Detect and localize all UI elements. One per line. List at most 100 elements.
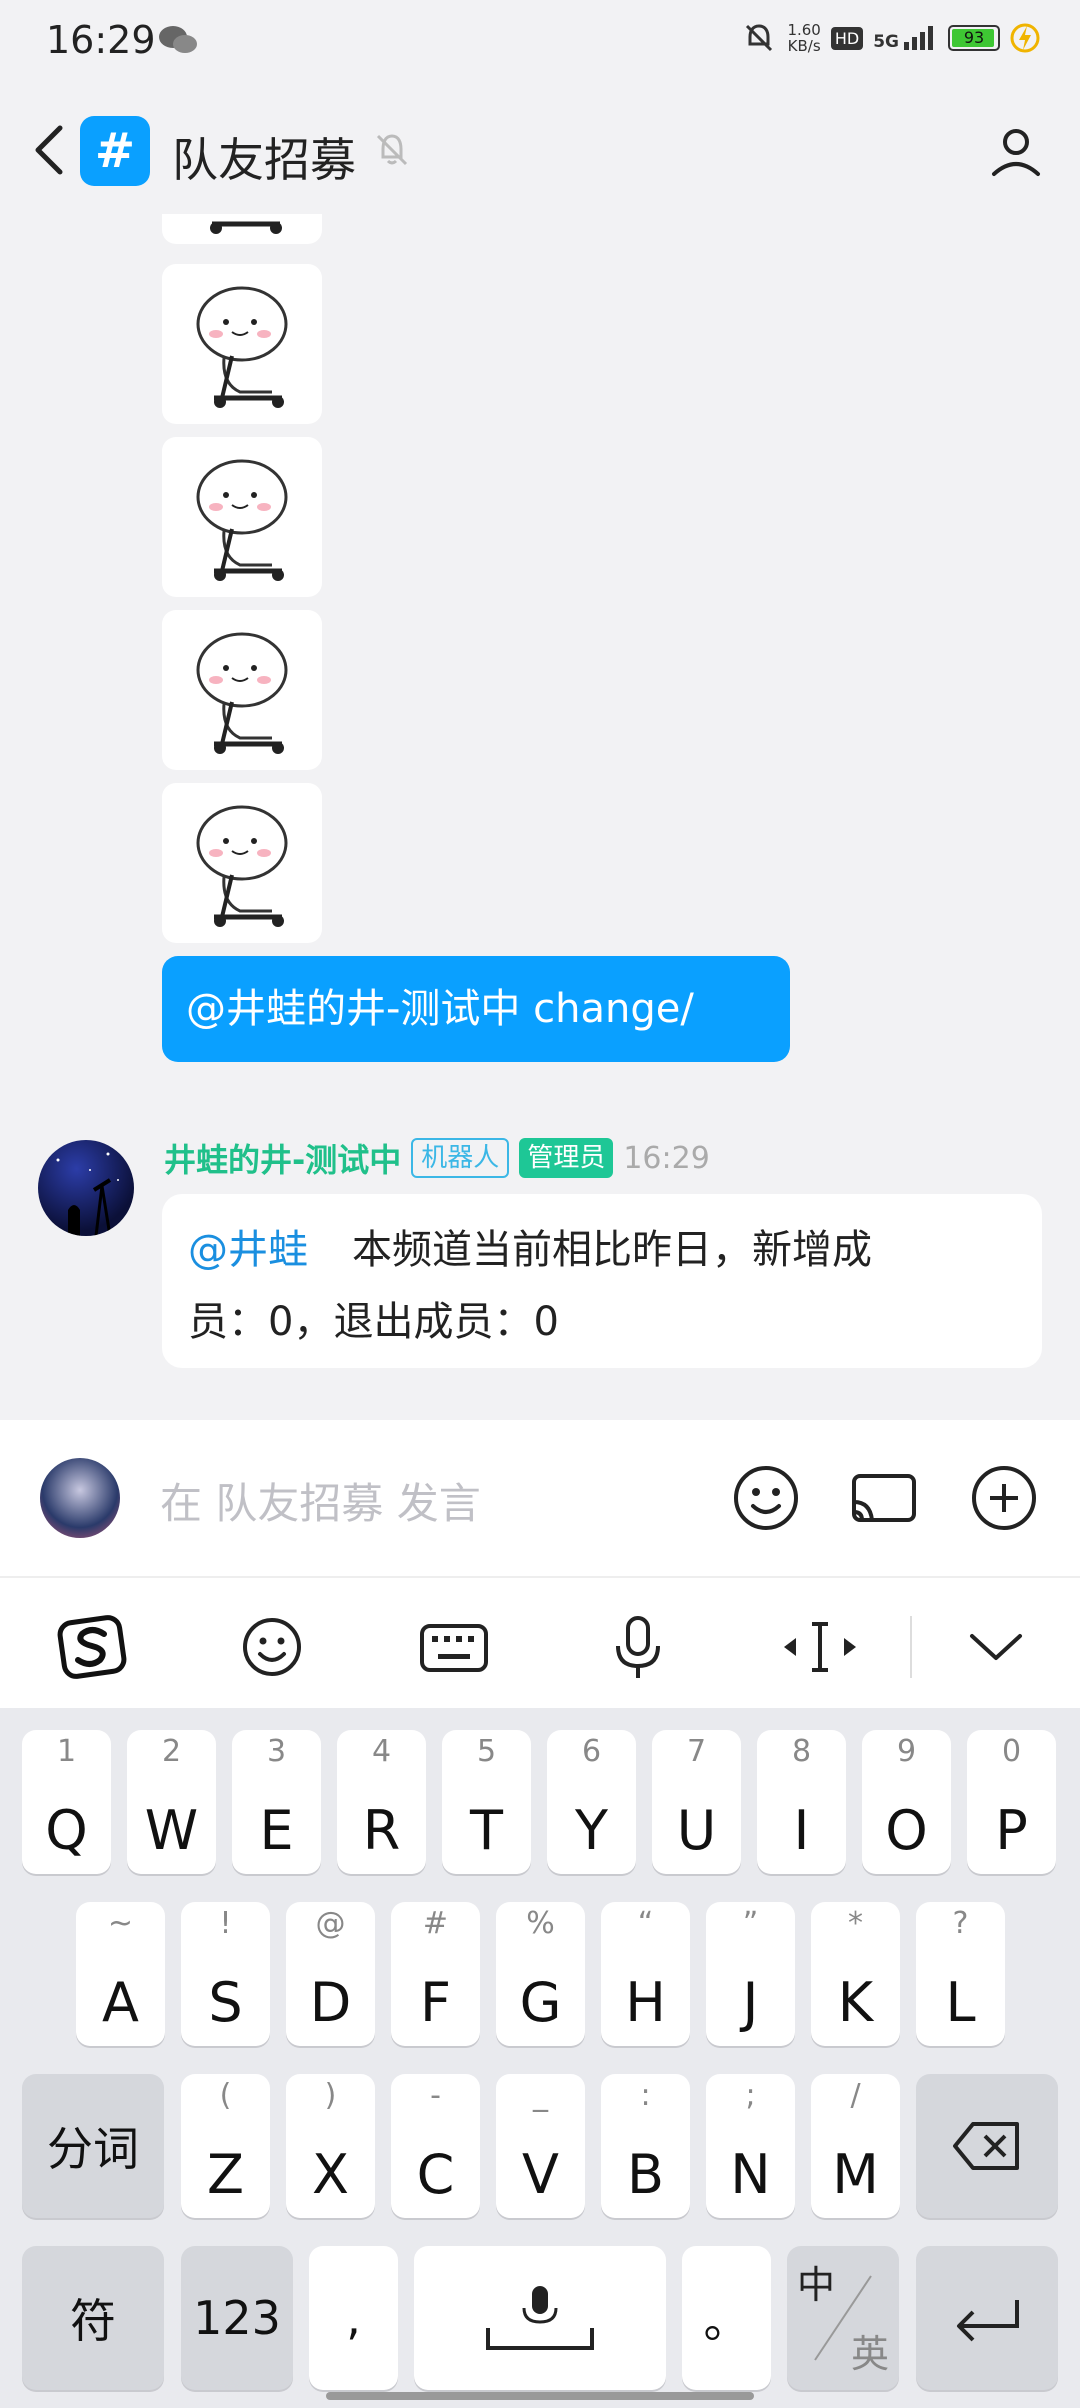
home-indicator[interactable]: [326, 2392, 754, 2400]
sticker-message[interactable]: [162, 437, 322, 597]
key-v[interactable]: _ V: [496, 2074, 585, 2218]
key-label: M: [832, 2143, 879, 2206]
key-secondary-label: @: [315, 1906, 346, 1941]
key-f[interactable]: # F: [391, 1902, 480, 2046]
key-label: Y: [575, 1799, 608, 1862]
message-input[interactable]: 在 队友招募 发言: [160, 1470, 481, 1531]
back-icon[interactable]: [28, 122, 76, 178]
key-a[interactable]: ~ A: [76, 1902, 165, 2046]
key-label: H: [625, 1971, 666, 2034]
key-secondary-label: 5: [476, 1734, 497, 1769]
key-m[interactable]: / M: [811, 2074, 900, 2218]
charging-icon: [1010, 23, 1040, 53]
key-s[interactable]: ! S: [181, 1902, 270, 2046]
key-l[interactable]: ? L: [916, 1902, 1005, 2046]
user-avatar[interactable]: [40, 1458, 120, 1538]
key-t[interactable]: 5T: [442, 1730, 531, 1874]
key-label: N: [730, 2143, 771, 2206]
enter-key[interactable]: [916, 2246, 1058, 2390]
toolbar-divider: [910, 1616, 912, 1678]
battery-icon: 93: [948, 25, 1000, 51]
sticker-message[interactable]: [162, 783, 322, 943]
sender-name[interactable]: 井蛙的井-测试中: [164, 1135, 401, 1181]
sticker-message[interactable]: [162, 610, 322, 770]
cursor-move-icon[interactable]: [780, 1612, 860, 1682]
key-p[interactable]: 0P: [967, 1730, 1056, 1874]
comma-key[interactable]: ,: [309, 2246, 398, 2390]
screen-cast-icon[interactable]: [844, 1458, 924, 1538]
key-n[interactable]: ; N: [706, 2074, 795, 2218]
key-label: E: [259, 1799, 294, 1862]
key-r[interactable]: 4R: [337, 1730, 426, 1874]
message-time: 16:29: [623, 1140, 710, 1176]
segment-key[interactable]: 分词: [22, 2074, 164, 2218]
key-secondary-label: 3: [266, 1734, 287, 1769]
key-j[interactable]: ” J: [706, 1902, 795, 2046]
key-label: O: [885, 1799, 928, 1862]
key-o[interactable]: 9O: [862, 1730, 951, 1874]
key-u[interactable]: 7U: [652, 1730, 741, 1874]
key-q[interactable]: 1Q: [22, 1730, 111, 1874]
key-b[interactable]: :B: [601, 2074, 690, 2218]
emoji-icon[interactable]: [726, 1458, 806, 1538]
key-secondary-label: :: [640, 2078, 651, 2113]
member-profile-icon[interactable]: [988, 124, 1044, 180]
status-icons: 1.60 KB/s HD 5G 93: [741, 20, 1040, 56]
key-label: D: [309, 1971, 352, 2034]
key-secondary-label: -: [430, 2078, 441, 2113]
collapse-keyboard-icon[interactable]: [956, 1612, 1036, 1682]
key-k[interactable]: * K: [811, 1902, 900, 2046]
key-label: F: [419, 1971, 452, 2034]
message-text-line1: 本频道当前相比昨日，新增成: [352, 1227, 872, 1273]
sticker-message[interactable]: [162, 214, 322, 244]
sticker-message[interactable]: [162, 264, 322, 424]
message-input-bar: 在 队友招募 发言: [0, 1420, 1080, 1576]
sogou-logo-icon[interactable]: [52, 1612, 132, 1682]
key-i[interactable]: 8I: [757, 1730, 846, 1874]
period-key[interactable]: 。: [682, 2246, 771, 2390]
key-label: T: [470, 1799, 503, 1862]
add-icon[interactable]: [964, 1458, 1044, 1538]
key-secondary-label: “: [637, 1906, 654, 1941]
scooter-sticker-icon: [196, 459, 288, 581]
symbol-label: 符: [70, 2294, 116, 2348]
key-secondary-label: ~: [107, 1906, 134, 1941]
key-g[interactable]: % G: [496, 1902, 585, 2046]
keyboard: 1Q 2W 3E 4R 5T 6Y 7U 8I 9O 0P ~ A ! S @ D #…: [0, 1708, 1080, 2408]
voice-space-icon: [486, 2286, 594, 2350]
microphone-icon[interactable]: [598, 1612, 678, 1682]
hd-badge: HD: [830, 26, 864, 50]
key-secondary-label: ): [324, 2078, 337, 2113]
key-z[interactable]: (Z: [181, 2074, 270, 2218]
bot-tag: 机器人: [411, 1138, 510, 1178]
key-d[interactable]: @ D: [286, 1902, 375, 2046]
key-x[interactable]: ) X: [286, 2074, 375, 2218]
key-label: U: [676, 1799, 717, 1862]
language-switch-key[interactable]: 中 英: [787, 2246, 899, 2390]
key-secondary-label: 7: [686, 1734, 707, 1769]
key-e[interactable]: 3E: [232, 1730, 321, 1874]
key-w[interactable]: 2W: [127, 1730, 216, 1874]
chat-messages[interactable]: @井蛙的井-测试中 change/ 井蛙的井-测试中 机器人 管理员 16:29…: [0, 214, 1080, 1420]
channel-title[interactable]: 队友招募: [172, 124, 356, 190]
received-message-bubble[interactable]: @井蛙 本频道当前相比昨日，新增成 员：0，退出成员：0: [162, 1194, 1042, 1368]
numbers-key[interactable]: 123: [181, 2246, 293, 2390]
mention-link[interactable]: @井蛙: [188, 1227, 308, 1273]
bot-avatar[interactable]: [38, 1140, 134, 1236]
space-key[interactable]: [414, 2246, 666, 2390]
key-h[interactable]: “H: [601, 1902, 690, 2046]
key-c[interactable]: -C: [391, 2074, 480, 2218]
sent-message-bubble[interactable]: @井蛙的井-测试中 change/: [162, 956, 790, 1062]
key-label: X: [312, 2143, 349, 2206]
key-y[interactable]: 6Y: [547, 1730, 636, 1874]
symbol-key[interactable]: 符: [22, 2246, 164, 2390]
key-label: L: [945, 1971, 976, 2034]
key-secondary-label: 9: [896, 1734, 917, 1769]
key-label: J: [742, 1971, 759, 2034]
key-secondary-label: ;: [745, 2078, 756, 2113]
backspace-key[interactable]: [916, 2074, 1058, 2218]
emoji-keyboard-icon[interactable]: [232, 1612, 312, 1682]
key-secondary-label: ?: [952, 1906, 969, 1941]
key-secondary-label: 6: [581, 1734, 602, 1769]
keyboard-layout-icon[interactable]: [414, 1612, 494, 1682]
